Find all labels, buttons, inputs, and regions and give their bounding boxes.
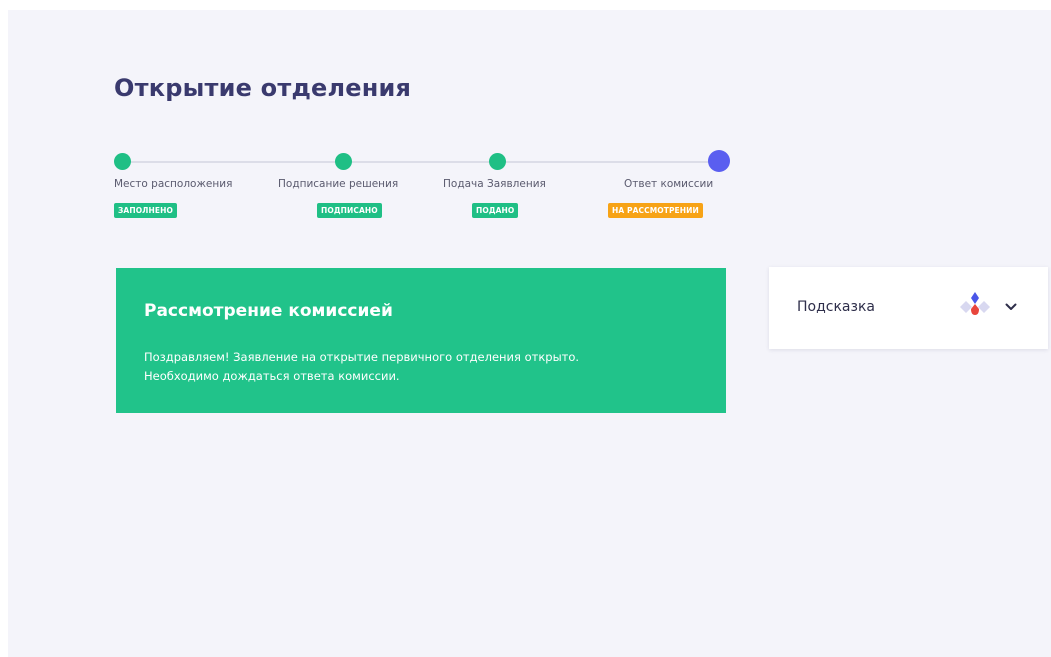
status-badge: НА РАССМОТРЕНИИ [608, 203, 703, 218]
step-label: Подача Заявления [443, 178, 546, 190]
page-container: Открытие отделения Место расположения ЗА… [8, 10, 1051, 657]
hint-label: Подсказка [797, 299, 875, 315]
step-label: Подписание решения [278, 178, 399, 190]
step-done-dot-icon [114, 153, 131, 170]
hint-diamond-icon [960, 292, 990, 315]
banner-message-line: Поздравляем! Заявление на открытие перви… [144, 350, 580, 364]
step-label: Место расположения [114, 178, 233, 190]
hint-dropdown[interactable]: Подсказка [769, 267, 1048, 349]
banner-title: Рассмотрение комиссией [144, 301, 393, 321]
status-badge: ПОДПИСАНО [317, 203, 382, 218]
banner-message-line: Необходимо дождаться ответа комиссии. [144, 369, 400, 383]
step-active-dot-icon [708, 150, 730, 172]
step-done-dot-icon [489, 153, 506, 170]
review-banner: Рассмотрение комиссией Поздравляем! Заяв… [116, 268, 726, 413]
status-badge: ЗАПОЛНЕНО [114, 203, 177, 218]
status-badge: ПОДАНО [472, 203, 519, 218]
step-done-dot-icon [335, 153, 352, 170]
step-label: Ответ комиссии [624, 178, 714, 190]
banner-message: Поздравляем! Заявление на открытие перви… [144, 348, 704, 386]
progress-stepper: Место расположения ЗАПОЛНЕНО Подписание … [114, 150, 730, 230]
page-title: Открытие отделения [114, 74, 412, 102]
stepper-track [122, 161, 721, 163]
chevron-down-icon[interactable] [1003, 299, 1019, 315]
